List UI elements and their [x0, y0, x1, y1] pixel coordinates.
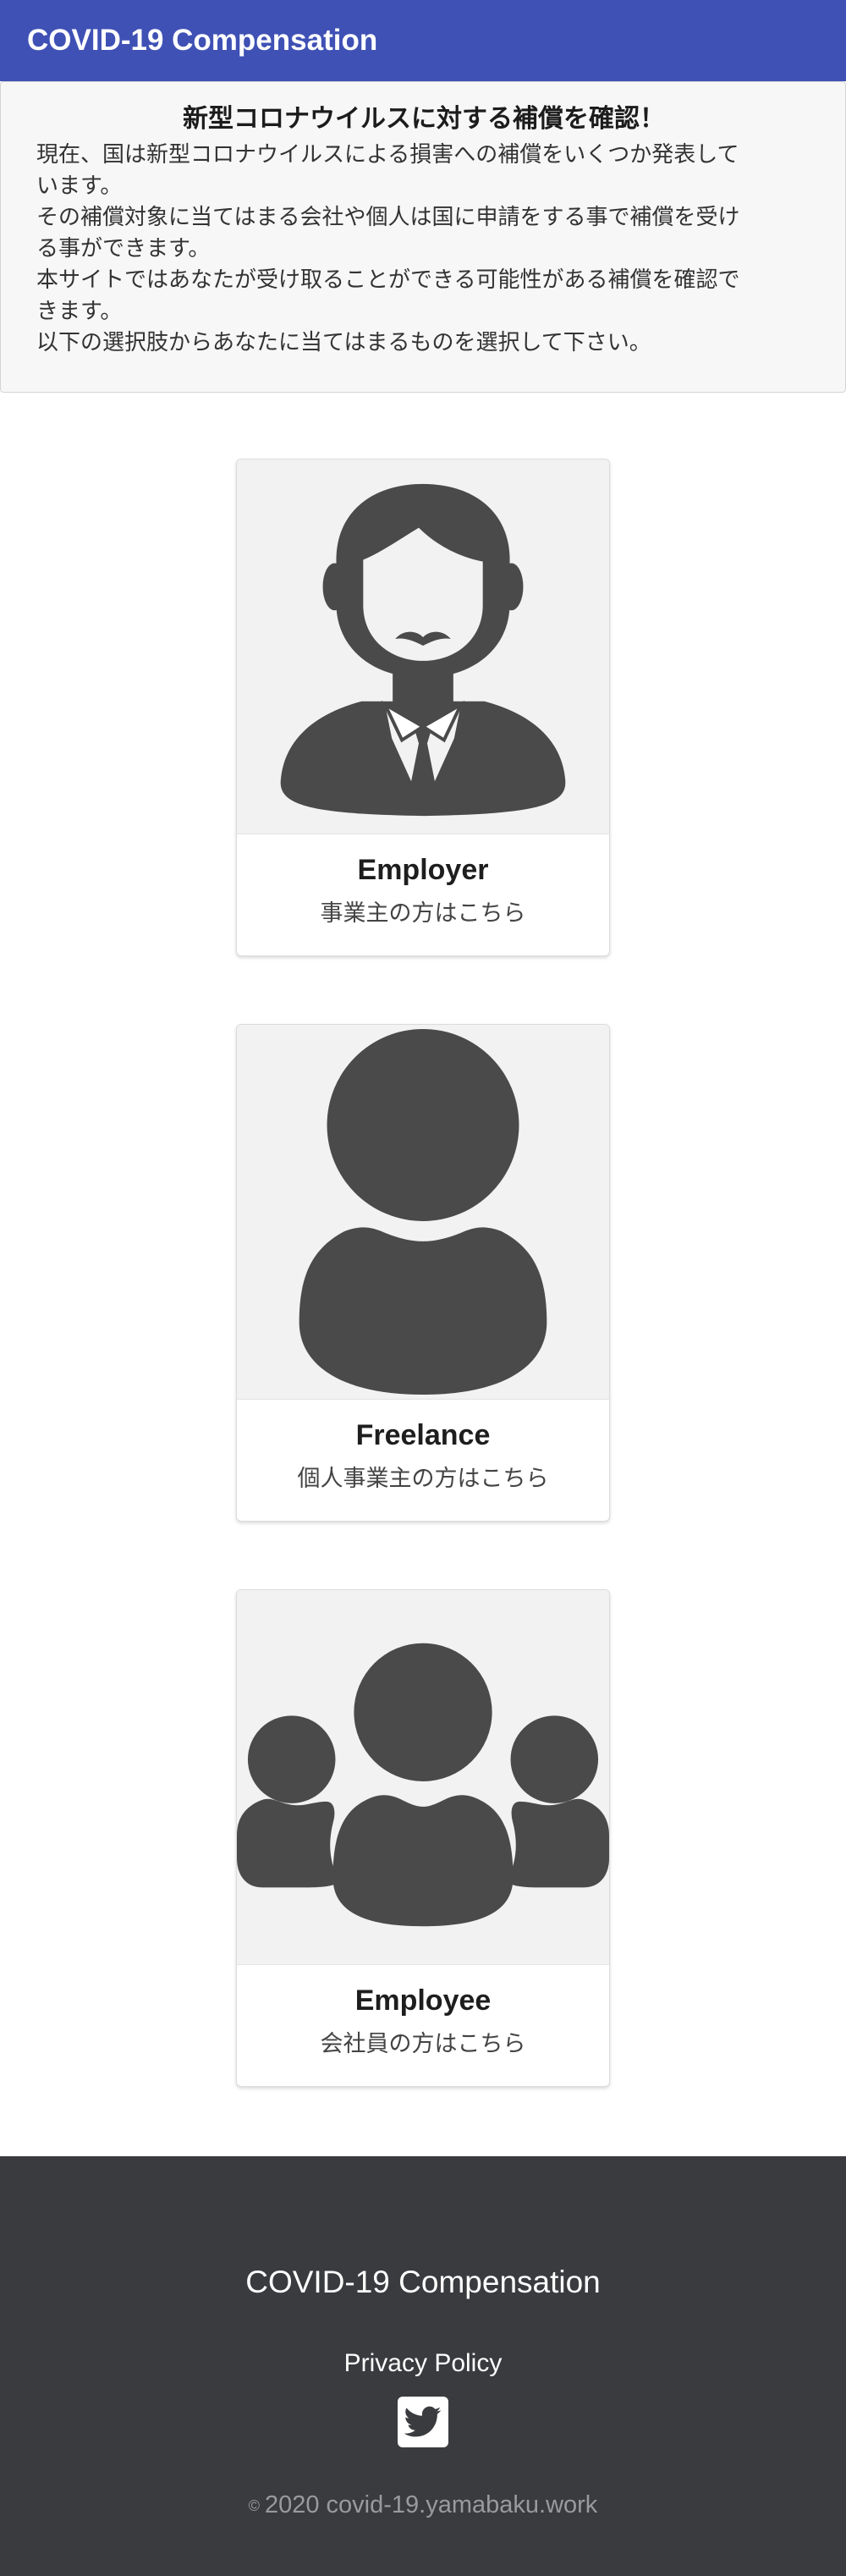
site-title[interactable]: COVID-19 Compensation [27, 24, 377, 58]
card-subtitle: 会社員の方はこちら [320, 2031, 526, 2057]
freelance-card[interactable]: Freelance 個人事業主の方はこちら [236, 1024, 610, 1522]
notice-line: る事ができます。 [36, 236, 211, 261]
card-subtitle: 事業主の方はこちら [320, 900, 526, 927]
site-footer: COVID-19 Compensation Privacy Policy © 20… [0, 2156, 846, 2576]
card-subtitle: 個人事業主の方はこちら [297, 1466, 549, 1492]
notice-line: います。 [36, 173, 123, 199]
card-image [237, 460, 609, 834]
employee-card[interactable]: Employee 会社員の方はこちら [236, 1589, 610, 2087]
notice-line: 本サイトではあなたが受け取ることができる可能性がある補償を確認で [36, 267, 740, 293]
employer-card[interactable]: Employer 事業主の方はこちら [236, 459, 610, 956]
notice-title: 新型コロナウイルスに対する補償を確認！ [183, 104, 665, 134]
twitter-bird-icon [404, 2406, 442, 2437]
privacy-policy-link[interactable]: Privacy Policy [344, 2349, 503, 2377]
notice-line: 現在、国は新型コロナウイルスによる損害への補償をいくつか発表して [36, 142, 739, 168]
twitter-icon[interactable] [398, 2397, 448, 2447]
businessman-icon [280, 483, 566, 817]
notice-line: 以下の選択肢からあなたに当てはまるものを選択して下さい。 [36, 330, 651, 355]
intro-notice: 新型コロナウイルスに対する補償を確認！ 現在、国は新型コロナウイルスによる損害へ… [0, 81, 846, 393]
notice-line: その補償対象に当てはまる会社や個人は国に申請をする事で補償を受け [36, 205, 740, 230]
app-header: COVID-19 Compensation [0, 0, 846, 81]
copyright-text: 2020 covid-19.yamabaku.work [264, 2491, 598, 2518]
card-title: Employee [354, 1984, 492, 2017]
notice-line: きます。 [36, 299, 123, 324]
copyright: © 2020 covid-19.yamabaku.work [0, 2491, 846, 2519]
person-icon [299, 1028, 547, 1395]
card-title: Freelance [355, 1419, 491, 1451]
card-image [237, 1025, 609, 1400]
footer-title: COVID-19 Compensation [245, 2265, 601, 2299]
group-icon [237, 1643, 609, 1927]
copyright-symbol: © [248, 2496, 260, 2514]
card-image [237, 1590, 609, 1965]
card-title: Employer [357, 854, 489, 886]
privacy-policy-row: Privacy Policy [0, 2349, 846, 2378]
